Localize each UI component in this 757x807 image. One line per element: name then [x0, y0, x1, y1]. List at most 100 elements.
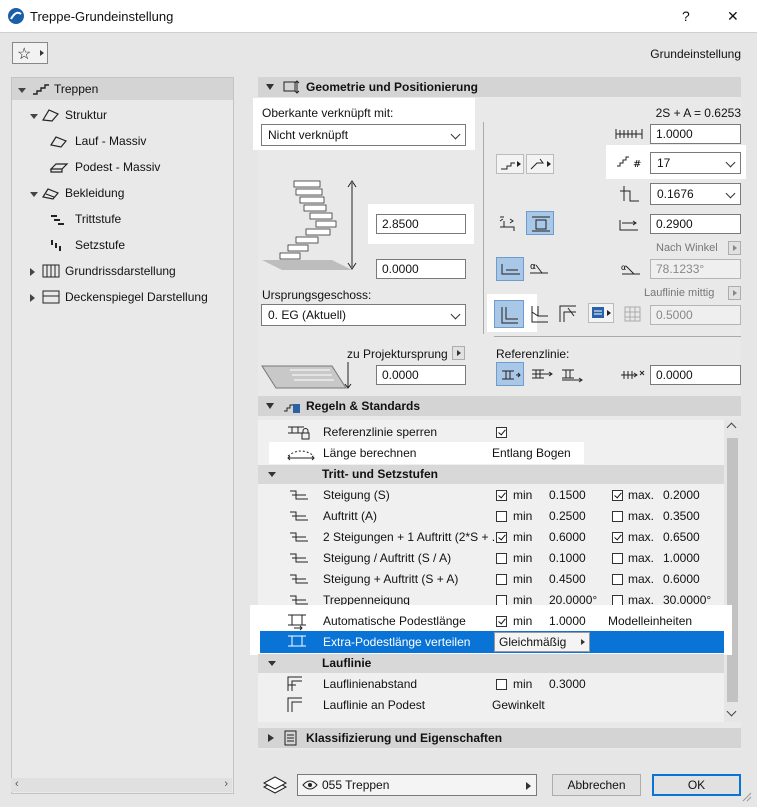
by-angle-label: Nach Winkel: [656, 242, 718, 254]
tread-min-checkbox[interactable]: [496, 511, 507, 522]
walkline-mode-button-active[interactable]: [496, 257, 524, 281]
auto-landing-min-checkbox[interactable]: [496, 616, 507, 627]
step-formula-min-checkbox[interactable]: [496, 532, 507, 543]
walkline-input[interactable]: 0.5000: [650, 305, 741, 325]
walkline-landing-value[interactable]: Gewinkelt: [492, 698, 545, 712]
step-formula-min-value[interactable]: 0.6000: [549, 530, 586, 544]
scrollbar-thumb[interactable]: [727, 438, 738, 702]
stair-width-input[interactable]: 1.0000: [650, 124, 741, 144]
stair-type-button-a[interactable]: [496, 154, 524, 174]
riser-min-checkbox[interactable]: [496, 490, 507, 501]
group-tread-header[interactable]: Tritt- und Setzstufen: [258, 465, 724, 484]
rules-scrollbar[interactable]: [724, 420, 741, 722]
position-turn-icon: [559, 305, 576, 322]
svg-text:α: α: [530, 262, 536, 272]
classification-section-header[interactable]: Klassifizierung und Eigenschaften: [258, 728, 741, 748]
rule-row-lock-reference: Referenzlinie sperren: [260, 422, 723, 443]
reference-left-button-active[interactable]: [496, 362, 524, 386]
step-formula-max-checkbox[interactable]: [612, 532, 623, 543]
cancel-button[interactable]: Abbrechen: [552, 774, 641, 796]
riser-count-icon: #: [617, 156, 641, 170]
rule-row-extra-landing-selected[interactable]: Extra-Podestlänge verteilen Gleichmäßig: [260, 631, 724, 653]
step-formula-max-value[interactable]: 0.6500: [663, 530, 700, 544]
reference-left-icon: [502, 370, 521, 380]
extra-landing-select[interactable]: Gleichmäßig: [494, 632, 590, 652]
close-button[interactable]: ✕: [727, 8, 739, 25]
walkline-distance-checkbox[interactable]: [496, 679, 507, 690]
riser-max-value[interactable]: 0.2000: [663, 488, 700, 502]
project-origin-menu-button[interactable]: [452, 346, 465, 360]
list-icon: [592, 307, 611, 318]
walkline-menu-button[interactable]: [728, 286, 741, 300]
layer-select[interactable]: 055 Treppen: [297, 774, 537, 796]
ratio-min-checkbox[interactable]: [496, 553, 507, 564]
favorites-button[interactable]: ☆: [12, 42, 48, 64]
walkline-distance-value[interactable]: 0.3000: [549, 677, 586, 691]
reference-right-button[interactable]: [560, 366, 584, 383]
position-menu-button[interactable]: [588, 303, 614, 323]
arrow-right-icon: [40, 50, 44, 56]
ratio-rule-icon: [290, 553, 308, 563]
auto-landing-min-value[interactable]: 1.0000: [549, 614, 586, 628]
walkline-angle-button[interactable]: α: [528, 259, 554, 279]
title-bar: Treppe-Grundeinstellung ? ✕: [0, 0, 757, 33]
sum-min-checkbox[interactable]: [496, 574, 507, 585]
divider: [483, 122, 484, 334]
chevron-down-icon[interactable]: [726, 706, 737, 717]
offset-input[interactable]: 0.0000: [376, 259, 466, 279]
rules-icon: [284, 404, 300, 413]
ratio-max-checkbox[interactable]: [612, 553, 623, 564]
stair-type-button-b[interactable]: [526, 154, 554, 174]
top-link-select[interactable]: Nicht verknüpft: [261, 124, 466, 146]
arrow-right-icon[interactable]: ›: [224, 778, 228, 790]
resize-grip-icon[interactable]: [740, 790, 752, 802]
lock-reference-checkbox[interactable]: [496, 427, 507, 438]
by-angle-menu-button[interactable]: [728, 241, 741, 255]
arrow-right-icon: [526, 782, 531, 790]
constraint-button-1[interactable]: [496, 213, 522, 235]
tread-min-value[interactable]: 0.2500: [549, 509, 586, 523]
tread-rule-icon: [290, 511, 308, 521]
riser-max-checkbox[interactable]: [612, 490, 623, 501]
rules-section-header[interactable]: Regeln & Standards: [258, 396, 741, 416]
position-button-3[interactable]: [558, 302, 580, 326]
riser-height-select[interactable]: 0.1676: [650, 183, 741, 205]
tread-max-checkbox[interactable]: [612, 511, 623, 522]
chevron-down-icon: [450, 309, 461, 320]
riser-min-value[interactable]: 0.1500: [549, 488, 586, 502]
layer-icon: [262, 776, 288, 794]
rule-row-sum: Steigung + Auftritt (S + A) min 0.4500 max.…: [260, 569, 723, 590]
chevron-down-icon: [268, 472, 276, 477]
ok-button[interactable]: OK: [652, 774, 741, 796]
sum-min-value[interactable]: 0.4500: [549, 572, 586, 586]
position-button-1-active[interactable]: [494, 300, 524, 328]
chevron-up-icon[interactable]: [726, 422, 737, 433]
tree-horizontal-scrollbar[interactable]: ‹ ›: [11, 778, 232, 792]
ratio-min-value[interactable]: 0.1000: [549, 551, 586, 565]
rule-row-calc-length: Länge berechnen Entlang Bogen: [260, 443, 723, 464]
stair-landing-icon: [530, 158, 551, 170]
origin-select[interactable]: 0. EG (Aktuell): [261, 304, 466, 326]
rule-row-auto-landing: Automatische Podestlänge min 1.0000 Mode…: [260, 611, 723, 632]
riser-count-select[interactable]: 17: [650, 152, 741, 174]
group-walkline-header[interactable]: Lauflinie: [258, 654, 724, 673]
tread-max-value[interactable]: 0.3500: [663, 509, 700, 523]
constraint-button-2-active[interactable]: [526, 211, 554, 235]
arrow-left-icon[interactable]: ‹: [15, 778, 19, 790]
floor-plan-icon: [42, 264, 60, 278]
sum-max-checkbox[interactable]: [612, 574, 623, 585]
geometry-section-header[interactable]: Geometrie und Positionierung: [258, 77, 741, 97]
position-button-2[interactable]: [530, 302, 550, 326]
project-origin-input[interactable]: 0.0000: [376, 365, 466, 385]
sum-max-value[interactable]: 0.6000: [663, 572, 700, 586]
ratio-max-value[interactable]: 1.0000: [663, 551, 700, 565]
chevron-down-icon: [725, 157, 736, 168]
tread-depth-input[interactable]: 0.2900: [650, 214, 741, 234]
height-input[interactable]: 2.8500: [376, 214, 466, 234]
angle-input[interactable]: 78.1233°: [650, 259, 741, 279]
reference-offset-input[interactable]: 0.0000: [650, 365, 741, 385]
calc-length-value[interactable]: Entlang Bogen: [492, 446, 571, 460]
help-button[interactable]: ?: [682, 8, 690, 24]
reference-center-button[interactable]: [530, 366, 554, 382]
extra-landing-icon: [288, 635, 306, 647]
